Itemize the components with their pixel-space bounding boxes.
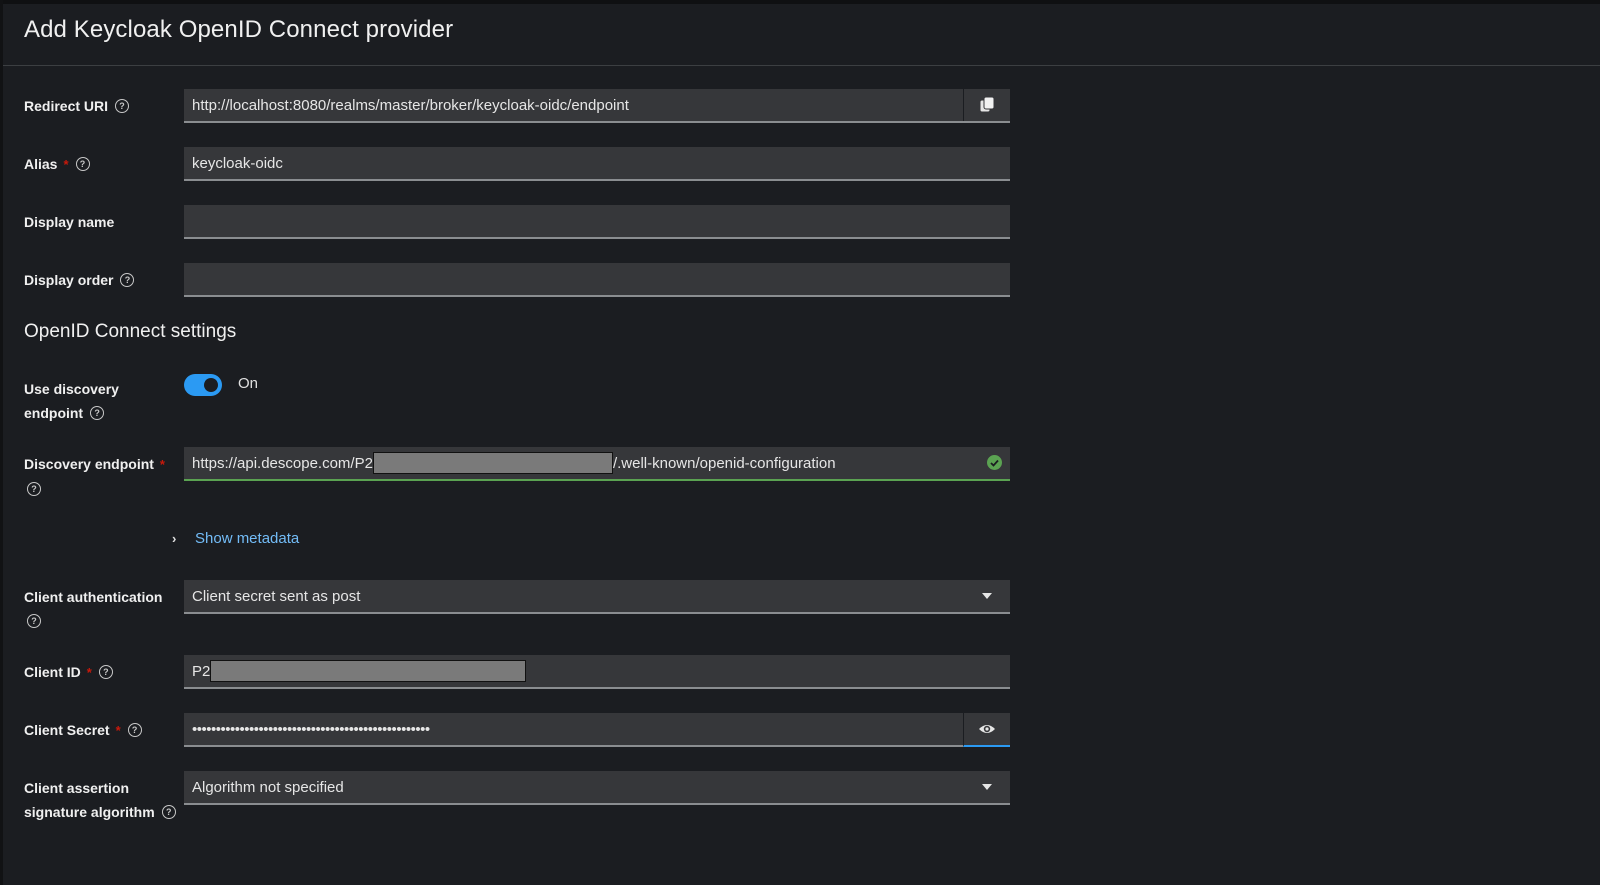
help-icon[interactable]: ?: [98, 665, 113, 680]
client-authentication-select[interactable]: Client secret sent as post: [184, 580, 1010, 614]
client-assertion-value: Algorithm not specified: [192, 779, 344, 796]
display-order-label-text: Display order: [24, 272, 114, 288]
redirect-uri-value: http://localhost:8080/realms/master/brok…: [192, 97, 629, 114]
discovery-endpoint-value: https://api.descope.com/P2 /.well-known/o…: [192, 447, 836, 480]
client-authentication-label: Client authentication ?: [24, 585, 162, 633]
client-id-label-text: Client ID: [24, 664, 81, 680]
client-assertion-label-line1: Client assertion: [24, 780, 130, 796]
copy-icon: [979, 96, 995, 113]
copy-button[interactable]: [963, 89, 1010, 121]
required-marker: *: [159, 457, 165, 472]
client-secret-input[interactable]: ••••••••••••••••••••••••••••••••••••••••…: [184, 713, 1010, 747]
show-password-button[interactable]: [963, 713, 1010, 747]
help-icon[interactable]: ?: [115, 99, 130, 114]
client-assertion-label: Client assertion signature algorithm?: [24, 776, 176, 824]
required-marker: *: [115, 723, 121, 738]
help-icon[interactable]: ?: [127, 723, 142, 738]
client-id-input[interactable]: P2: [184, 655, 1010, 689]
help-icon[interactable]: ?: [27, 614, 41, 629]
client-secret-label-text: Client Secret: [24, 722, 110, 738]
discovery-endpoint-label-text: Discovery endpoint: [24, 456, 154, 472]
client-id-value: P2: [192, 655, 527, 688]
redacted-block: [210, 660, 527, 683]
client-secret-value: ••••••••••••••••••••••••••••••••••••••••…: [192, 721, 430, 738]
caret-down-icon: [982, 784, 992, 790]
display-order-label: Display order?: [24, 268, 135, 292]
check-circle-icon: [987, 455, 1002, 470]
toggle-state-label: On: [238, 375, 259, 392]
page-header: Add Keycloak OpenID Connect provider: [3, 4, 1600, 66]
client-authentication-label-text: Client authentication: [24, 589, 163, 605]
client-assertion-label-line2: signature algorithm: [24, 804, 155, 820]
client-id-label: Client ID *?: [24, 660, 113, 685]
chevron-right-icon[interactable]: ›: [172, 531, 176, 546]
show-metadata-link[interactable]: Show metadata: [195, 530, 299, 547]
eye-icon: [979, 725, 995, 733]
use-discovery-label-line2: endpoint?: [24, 401, 119, 425]
alias-label-text: Alias: [24, 156, 58, 172]
caret-down-icon: [982, 593, 992, 599]
left-border: [0, 0, 3, 885]
use-discovery-label-line2-text: endpoint: [24, 405, 84, 421]
help-icon[interactable]: ?: [90, 406, 105, 421]
client-assertion-select[interactable]: Algorithm not specified: [184, 771, 1010, 805]
redirect-uri-label: Redirect URI?: [24, 94, 130, 118]
display-name-input[interactable]: [184, 205, 1010, 239]
discovery-endpoint-input[interactable]: https://api.descope.com/P2 /.well-known/o…: [184, 447, 1010, 481]
toggle-knob: [204, 378, 218, 392]
use-discovery-label-line1: Use discovery: [24, 381, 119, 397]
discovery-endpoint-label: Discovery endpoint * ?: [24, 452, 165, 501]
use-discovery-label: Use discovery endpoint?: [24, 377, 119, 425]
help-icon[interactable]: ?: [120, 273, 135, 288]
help-icon[interactable]: ?: [75, 157, 90, 172]
discovery-endpoint-suffix: /.well-known/openid-configuration: [612, 455, 836, 472]
display-name-label: Display name: [24, 210, 114, 234]
redirect-uri-label-text: Redirect URI: [24, 98, 109, 114]
client-secret-label: Client Secret *?: [24, 718, 142, 743]
page-title: Add Keycloak OpenID Connect provider: [24, 16, 454, 43]
use-discovery-toggle[interactable]: [184, 374, 222, 396]
required-marker: *: [63, 157, 69, 172]
display-name-label-text: Display name: [24, 214, 115, 230]
redacted-block: [372, 452, 613, 475]
client-id-prefix: P2: [192, 663, 211, 680]
display-order-input[interactable]: [184, 263, 1010, 297]
required-marker: *: [86, 665, 92, 680]
redirect-uri-field[interactable]: http://localhost:8080/realms/master/brok…: [184, 89, 1010, 123]
help-icon[interactable]: ?: [27, 482, 41, 497]
alias-value: keycloak-oidc: [192, 155, 283, 172]
help-icon[interactable]: ?: [161, 805, 176, 820]
alias-label: Alias *?: [24, 152, 90, 177]
alias-input[interactable]: keycloak-oidc: [184, 147, 1010, 181]
section-title-oidc: OpenID Connect settings: [24, 321, 237, 342]
discovery-endpoint-prefix: https://api.descope.com/P2: [192, 455, 373, 472]
client-authentication-value: Client secret sent as post: [192, 588, 361, 605]
